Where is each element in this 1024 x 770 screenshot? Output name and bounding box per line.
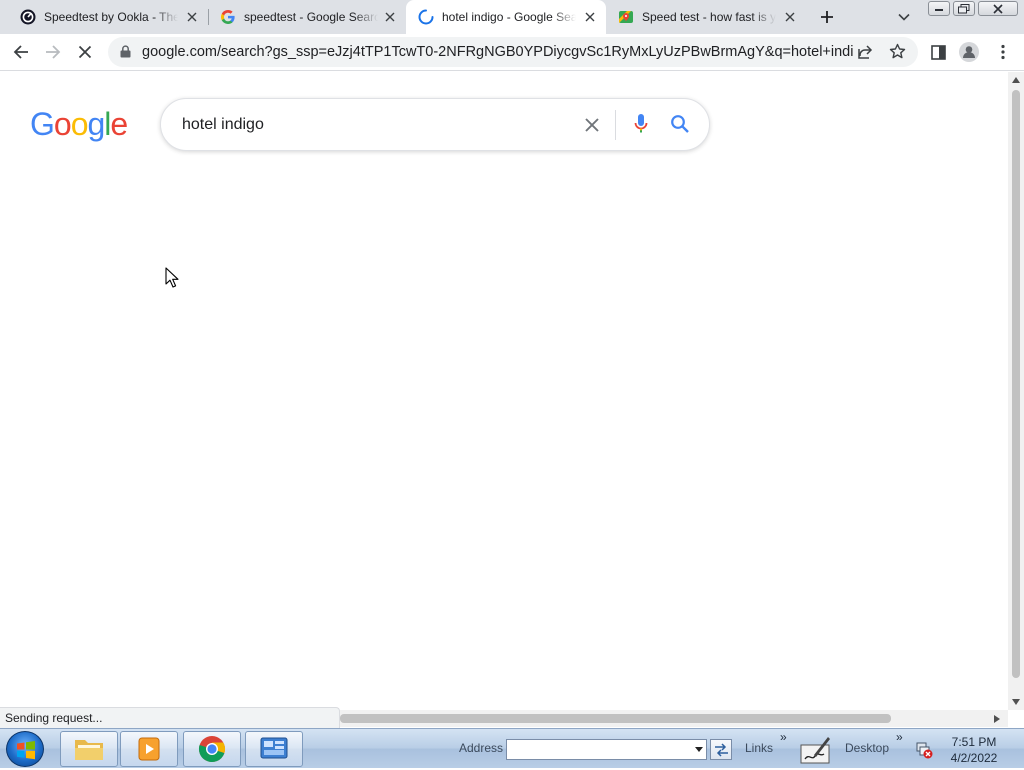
arrow-right-icon [46,45,61,59]
page-content: Google [0,72,1008,707]
search-box [160,98,710,151]
ookla-icon [20,9,36,25]
forward-button[interactable] [43,42,63,62]
minimize-icon [935,8,943,11]
lock-icon[interactable] [120,45,131,63]
chrome-icon [198,736,225,763]
clear-search-button[interactable] [581,114,603,136]
taskbar-chrome[interactable] [183,731,241,767]
search-icon [671,115,689,133]
desktop-toolbar-label: Desktop [845,741,890,755]
logo-letter: G [30,106,55,142]
network-warning-icon[interactable] [915,741,933,759]
control-panel-icon [260,737,288,759]
minimize-button[interactable] [928,1,950,16]
go-button[interactable] [710,739,732,760]
back-button[interactable] [11,42,31,62]
arrow-left-icon [13,45,28,59]
search-input[interactable] [182,114,562,136]
loading-spinner-icon [418,9,434,25]
search-button[interactable] [668,112,692,136]
folder-icon [75,740,103,760]
chevron-right-icon[interactable]: » [780,730,787,744]
mouse-cursor-icon [165,267,179,293]
tab-search-button[interactable] [896,9,912,25]
logo-letter: o [70,106,89,142]
logo-letter: o [53,106,72,142]
bookmark-star-icon[interactable] [889,43,906,65]
logo-letter: g [87,106,105,142]
avatar-icon [959,42,979,62]
windows-logo-icon [17,741,35,760]
side-panel-icon [930,44,946,60]
close-icon[interactable] [184,9,200,25]
address-toolbar-label: Address [459,741,504,755]
clock-date: 4/2/2022 [950,751,998,765]
vertical-scrollbar[interactable] [1008,72,1024,710]
tab-strip: Speedtest by Ookla - The Global Broadban… [0,0,1024,34]
url-text[interactable]: google.com/search?gs_ssp=eJzj4tTP1TcwT0-… [142,44,854,60]
close-icon[interactable] [782,9,798,25]
tab-title: speedtest - Google Search [244,10,378,24]
tab-title: hotel indigo - Google Search [442,10,576,24]
microphone-icon [634,114,648,133]
links-toolbar-label: Links [745,741,774,755]
new-tab-button[interactable] [817,7,837,27]
tab-speedtest-google-search[interactable]: speedtest - Google Search [208,0,406,34]
restore-icon [958,3,970,13]
scroll-thumb[interactable] [340,714,891,723]
kebab-menu-icon [1001,44,1005,60]
tab-title: Speed test - how fast is your internet [642,10,776,24]
tab-title: Speedtest by Ookla - The Global Broadban… [44,10,178,24]
divider [615,110,616,140]
chevron-right-icon[interactable]: » [896,730,903,744]
scroll-right-icon[interactable] [994,715,1000,723]
close-icon[interactable] [382,9,398,25]
stop-button[interactable] [75,42,95,62]
media-player-icon [138,737,160,761]
system-clock[interactable]: 7:51 PM 4/2/2022 [948,734,1000,766]
share-icon[interactable] [857,44,873,65]
signature-tool-icon[interactable] [800,733,832,765]
scroll-down-icon[interactable] [1012,699,1020,705]
tab-hotel-indigo-google-search[interactable]: hotel indigo - Google Search [406,0,606,34]
close-icon [78,45,92,59]
google-g-icon [220,9,236,25]
browser-toolbar: google.com/search?gs_ssp=eJzj4tTP1TcwT0-… [0,34,1024,71]
menu-button[interactable] [993,42,1013,62]
logo-letter: e [110,106,128,142]
status-bar: Sending request... [0,707,340,728]
tab-speedtest-ookla[interactable]: Speedtest by Ookla - The Global Broadban… [8,0,208,34]
tab-speed-test[interactable]: Speed test - how fast is your internet [606,0,806,34]
close-icon [585,118,599,132]
taskbar-address-input[interactable] [506,739,707,760]
profile-button[interactable] [959,42,979,62]
start-button[interactable] [6,731,44,767]
plus-icon [821,11,833,23]
taskbar-media-player[interactable] [120,731,178,767]
chevron-down-icon [898,13,910,21]
close-icon[interactable] [582,9,598,25]
chevron-down-icon[interactable] [695,747,703,752]
taskbar-control-panel[interactable] [245,731,303,767]
scroll-thumb[interactable] [1012,90,1020,678]
google-logo[interactable]: Google [30,106,128,143]
close-window-button[interactable] [978,1,1018,16]
address-bar[interactable]: google.com/search?gs_ssp=eJzj4tTP1TcwT0-… [108,37,918,67]
scroll-up-icon[interactable] [1012,77,1020,83]
voice-search-button[interactable] [629,112,653,136]
clock-time: 7:51 PM [951,735,997,749]
taskbar: Address Links » Desktop » 7:51 PM 4/2/20… [0,728,1024,768]
maps-pin-icon [618,9,634,25]
close-icon [993,3,1003,14]
go-arrows-icon [715,743,728,757]
taskbar-file-explorer[interactable] [60,731,118,767]
side-panel-button[interactable] [928,42,948,62]
restore-button[interactable] [953,1,975,16]
